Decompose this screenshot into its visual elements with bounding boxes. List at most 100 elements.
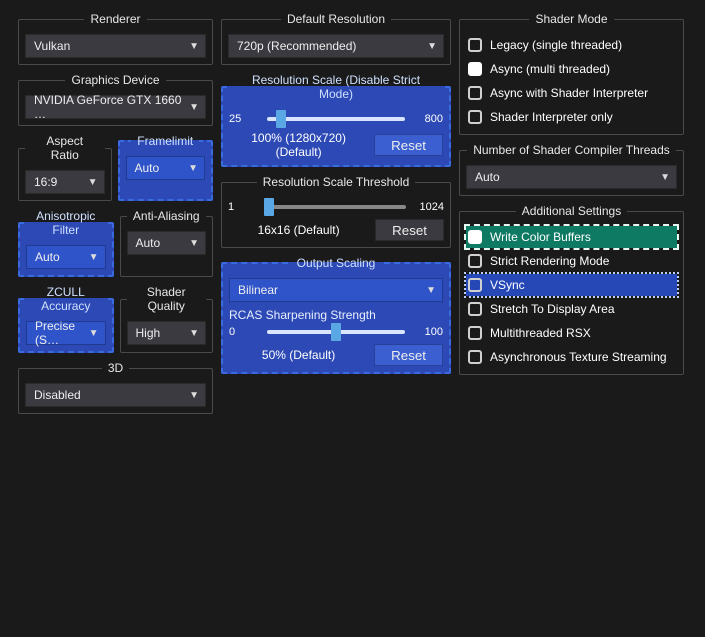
additional-label: Strict Rendering Mode (490, 254, 609, 268)
slider-thumb-icon[interactable] (331, 323, 341, 341)
legend-framelimit: Framelimit (131, 134, 199, 148)
group-graphics-device: Graphics Device NVIDIA GeForce GTX 1660 … (18, 73, 213, 126)
group-additional-settings: Additional Settings Write Color Buffers S… (459, 204, 684, 375)
rcas-reset-button[interactable]: Reset (374, 344, 443, 366)
framelimit-select[interactable]: Auto ▼ (126, 156, 206, 180)
res-thresh-max: 1024 (412, 201, 444, 213)
zcull-select[interactable]: Precise (S… ▼ (26, 321, 106, 345)
additional-checkbox[interactable]: Multithreaded RSX (466, 322, 677, 344)
group-anti-aliasing: Anti-Aliasing Auto ▼ (120, 209, 214, 277)
legend-aa: Anti-Aliasing (127, 209, 206, 223)
res-scale-min: 25 (229, 113, 261, 125)
zcull-value: Precise (S… (35, 319, 89, 347)
res-scale-reset-button[interactable]: Reset (374, 134, 443, 156)
slider-thumb-icon[interactable] (276, 110, 286, 128)
group-shader-mode: Shader Mode Legacy (single threaded) Asyn… (459, 12, 684, 135)
checkbox-icon (468, 278, 482, 292)
graphics-device-select[interactable]: NVIDIA GeForce GTX 1660 … ▼ (25, 95, 206, 119)
shader-mode-option[interactable]: Legacy (single threaded) (466, 34, 677, 56)
aspect-select[interactable]: 16:9 ▼ (25, 170, 105, 194)
group-shader-quality: Shader Quality High ▼ (120, 285, 214, 353)
legend-default-res: Default Resolution (281, 12, 391, 26)
chevron-down-icon: ▼ (189, 390, 199, 401)
group-3d: 3D Disabled ▼ (18, 361, 213, 414)
group-output-scaling: Output Scaling Bilinear ▼ RCAS Sharpenin… (221, 256, 451, 374)
chevron-down-icon: ▼ (88, 177, 98, 188)
additional-checkbox[interactable]: Asynchronous Texture Streaming (466, 346, 677, 368)
checkbox-icon (468, 302, 482, 316)
legend-shader-mode: Shader Mode (529, 12, 613, 26)
res-thresh-min: 1 (228, 201, 260, 213)
output-mode-value: Bilinear (238, 283, 278, 297)
renderer-select[interactable]: Vulkan ▼ (25, 34, 206, 58)
legend-shader-q: Shader Quality (127, 285, 207, 313)
shader-mode-option[interactable]: Async (multi threaded) (466, 58, 677, 80)
additional-label: Write Color Buffers (490, 230, 591, 244)
group-aspect-ratio: Aspect Ratio 16:9 ▼ (18, 134, 112, 201)
shader-mode-option[interactable]: Async with Shader Interpreter (466, 82, 677, 104)
group-framelimit: Framelimit Auto ▼ (118, 134, 214, 201)
renderer-value: Vulkan (34, 39, 70, 53)
threed-value: Disabled (34, 388, 81, 402)
default-res-value: 720p (Recommended) (237, 39, 356, 53)
shader-mode-label: Async with Shader Interpreter (490, 86, 648, 100)
additional-checkbox[interactable]: Write Color Buffers (466, 226, 677, 248)
aa-select[interactable]: Auto ▼ (127, 231, 207, 255)
group-anisotropic: Anisotropic Filter Auto ▼ (18, 209, 114, 277)
chevron-down-icon: ▼ (188, 163, 198, 174)
additional-checkbox[interactable]: Stretch To Display Area (466, 298, 677, 320)
radio-icon (468, 86, 482, 100)
res-scale-slider[interactable] (267, 117, 405, 121)
additional-checkbox[interactable]: Strict Rendering Mode (466, 250, 677, 272)
additional-label: Multithreaded RSX (490, 326, 591, 340)
legend-output: Output Scaling (291, 256, 382, 270)
rcas-status: 50% (Default) (229, 348, 368, 362)
chevron-down-icon: ▼ (189, 328, 199, 339)
legend-zcull: ZCULL Accuracy (26, 285, 106, 313)
graphics-device-value: NVIDIA GeForce GTX 1660 … (34, 93, 189, 121)
legend-renderer: Renderer (84, 12, 146, 26)
group-resolution-scale: Resolution Scale (Disable Strict Mode) 2… (221, 73, 451, 167)
chevron-down-icon: ▼ (427, 41, 437, 52)
threads-value: Auto (475, 170, 500, 184)
output-mode-select[interactable]: Bilinear ▼ (229, 278, 443, 302)
legend-additional: Additional Settings (516, 204, 627, 218)
additional-checkbox[interactable]: VSync (466, 274, 677, 296)
legend-res-thresh: Resolution Scale Threshold (257, 175, 416, 189)
shader-mode-option[interactable]: Shader Interpreter only (466, 106, 677, 128)
radio-icon (468, 62, 482, 76)
res-scale-status: 100% (1280x720) (Default) (229, 131, 368, 159)
additional-label: VSync (490, 278, 525, 292)
rcas-slider[interactable] (267, 330, 405, 334)
checkbox-icon (468, 254, 482, 268)
slider-thumb-icon[interactable] (264, 198, 274, 216)
checkbox-icon (468, 326, 482, 340)
threed-select[interactable]: Disabled ▼ (25, 383, 206, 407)
shader-mode-label: Async (multi threaded) (490, 62, 610, 76)
chevron-down-icon: ▼ (426, 285, 436, 296)
additional-label: Asynchronous Texture Streaming (490, 350, 667, 364)
shader-mode-label: Shader Interpreter only (490, 110, 613, 124)
shader-q-select[interactable]: High ▼ (127, 321, 207, 345)
legend-aspect: Aspect Ratio (25, 134, 105, 162)
res-thresh-slider[interactable] (266, 205, 406, 209)
legend-threads: Number of Shader Compiler Threads (467, 143, 676, 157)
legend-res-scale: Resolution Scale (Disable Strict Mode) (229, 73, 443, 101)
res-thresh-status: 16x16 (Default) (228, 223, 369, 237)
aniso-select[interactable]: Auto ▼ (26, 245, 106, 269)
checkbox-icon (468, 230, 482, 244)
chevron-down-icon: ▼ (660, 172, 670, 183)
group-renderer: Renderer Vulkan ▼ (18, 12, 213, 65)
group-resolution-threshold: Resolution Scale Threshold 1 1024 16x16 … (221, 175, 451, 248)
checkbox-icon (468, 350, 482, 364)
additional-label: Stretch To Display Area (490, 302, 615, 316)
default-res-select[interactable]: 720p (Recommended) ▼ (228, 34, 444, 58)
aniso-value: Auto (35, 250, 60, 264)
threads-select[interactable]: Auto ▼ (466, 165, 677, 189)
aa-value: Auto (136, 236, 161, 250)
res-thresh-reset-button[interactable]: Reset (375, 219, 444, 241)
chevron-down-icon: ▼ (89, 252, 99, 263)
radio-icon (468, 110, 482, 124)
aspect-value: 16:9 (34, 175, 57, 189)
shader-q-value: High (136, 326, 161, 340)
